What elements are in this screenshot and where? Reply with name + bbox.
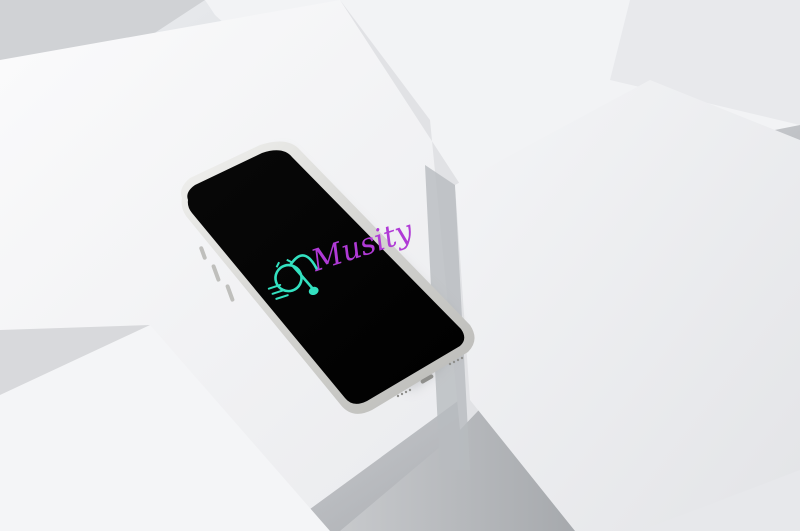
product-mockup-scene: Musity xyxy=(0,0,800,531)
mockup-illustration: Musity xyxy=(0,0,800,531)
